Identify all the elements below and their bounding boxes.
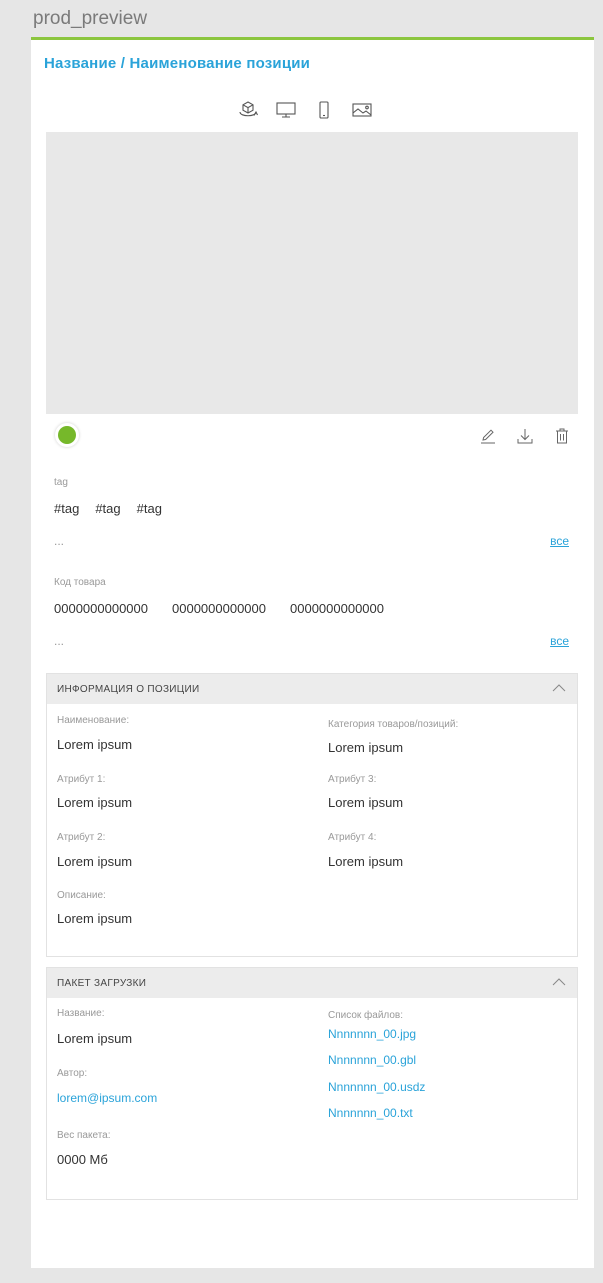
pencil-icon: [481, 429, 495, 444]
tag-list: #tag #tag #tag: [54, 501, 162, 516]
product-code: 0000000000000: [290, 601, 384, 616]
info-section-header[interactable]: ИНФОРМАЦИЯ О ПОЗИЦИИ: [47, 674, 577, 704]
field-value: Lorem ipsum: [57, 1031, 133, 1046]
tab-image[interactable]: [350, 98, 374, 122]
upload-package-title: ПАКЕТ ЗАГРУЗКИ: [57, 978, 147, 989]
field-label: Атрибут 4:: [328, 832, 377, 843]
file-link[interactable]: Nnnnnnn_00.usdz: [328, 1080, 425, 1094]
status-indicator: [58, 426, 76, 444]
info-section: ИНФОРМАЦИЯ О ПОЗИЦИИ Наименование: Lorem…: [46, 673, 578, 957]
field-value: Lorem ipsum: [57, 911, 133, 926]
view-mode-tabs: [236, 98, 374, 122]
download-icon: [517, 429, 533, 444]
field-label: Наименование:: [57, 715, 130, 726]
file-link[interactable]: Nnnnnnn_00.jpg: [328, 1027, 416, 1041]
field-value: 0000 Мб: [57, 1152, 108, 1167]
tags-all-link[interactable]: все: [550, 534, 569, 548]
tags-label: tag: [54, 477, 68, 488]
field-label: Название:: [57, 1008, 105, 1019]
window-title: prod_preview: [33, 8, 148, 29]
field-label: Автор:: [57, 1068, 88, 1079]
chevron-up-icon[interactable]: [551, 682, 567, 694]
tab-desktop[interactable]: [274, 98, 298, 122]
monitor-icon: [276, 102, 296, 118]
product-title: Название / Наименование позиции: [44, 55, 311, 72]
file-link[interactable]: Nnnnnnn_00.txt: [328, 1106, 413, 1120]
cube-rotate-icon: [239, 101, 258, 117]
files-label: Список файлов:: [328, 1010, 404, 1021]
delete-button[interactable]: [552, 426, 572, 446]
tab-mobile[interactable]: [312, 98, 336, 122]
preview-actions: [478, 426, 572, 446]
field-label: Атрибут 1:: [57, 774, 106, 785]
field-value: Lorem ipsum: [57, 854, 133, 869]
product-preview-panel: Название / Наименование позиции tag #tag…: [31, 37, 594, 1268]
field-value: Lorem ipsum: [57, 795, 133, 810]
codes-label: Код товара: [54, 577, 106, 588]
product-code: 0000000000000: [172, 601, 266, 616]
field-value: Lorem ipsum: [57, 737, 133, 752]
field-label: Вес пакета:: [57, 1130, 111, 1141]
field-value: Lorem ipsum: [328, 854, 404, 869]
tag-chip[interactable]: #tag: [137, 501, 162, 516]
codes-more: ...: [54, 634, 65, 648]
product-code: 0000000000000: [54, 601, 148, 616]
upload-package-section: ПАКЕТ ЗАГРУЗКИ Название: Lorem ipsum Авт…: [46, 967, 578, 1200]
edit-button[interactable]: [478, 426, 498, 446]
download-button[interactable]: [515, 426, 535, 446]
author-email-link[interactable]: lorem@ipsum.com: [57, 1091, 157, 1105]
code-list: 0000000000000 0000000000000 000000000000…: [54, 601, 384, 616]
tag-chip[interactable]: #tag: [54, 501, 79, 516]
upload-package-header[interactable]: ПАКЕТ ЗАГРУЗКИ: [47, 968, 577, 998]
field-label: Атрибут 3:: [328, 774, 377, 785]
file-link[interactable]: Nnnnnnn_00.gbl: [328, 1053, 416, 1067]
chevron-up-icon[interactable]: [551, 976, 567, 988]
field-value: Lorem ipsum: [328, 795, 404, 810]
preview-canvas[interactable]: [46, 132, 578, 414]
field-value: Lorem ipsum: [328, 740, 404, 755]
tags-more: ...: [54, 534, 65, 548]
field-label: Атрибут 2:: [57, 832, 106, 843]
tab-3d-view[interactable]: [236, 98, 260, 122]
field-label: Категория товаров/позиций:: [328, 719, 459, 730]
field-label: Описание:: [57, 890, 106, 901]
image-icon: [352, 103, 372, 117]
codes-all-link[interactable]: все: [550, 634, 569, 648]
phone-icon: [319, 101, 329, 119]
trash-icon: [556, 428, 568, 444]
tag-chip[interactable]: #tag: [95, 501, 120, 516]
info-section-title: ИНФОРМАЦИЯ О ПОЗИЦИИ: [57, 684, 200, 695]
